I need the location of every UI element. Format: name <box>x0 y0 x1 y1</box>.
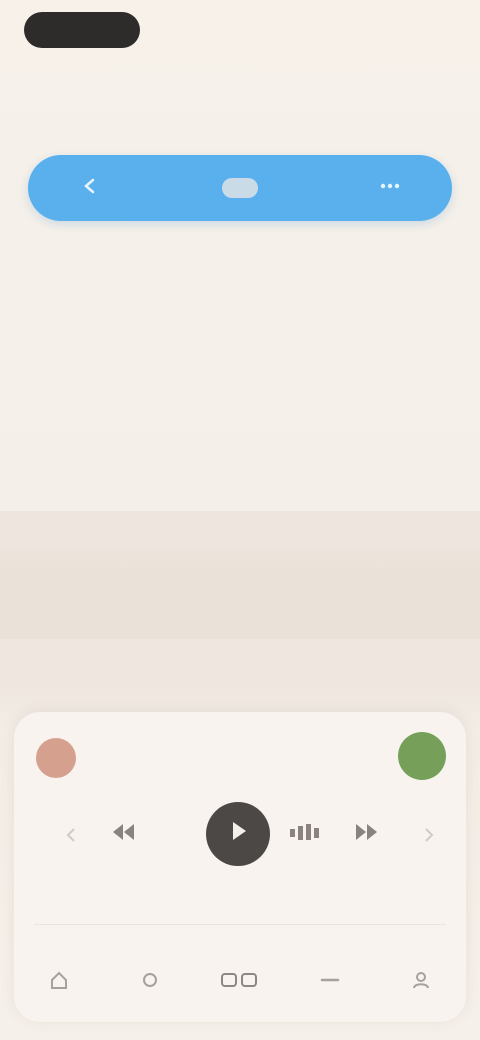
list-row[interactable] <box>0 255 480 383</box>
screen <box>0 0 480 1040</box>
player-sheet <box>14 712 466 1022</box>
nav-item-3[interactable] <box>212 956 268 1004</box>
status-bar <box>0 0 480 70</box>
bottom-nav <box>14 952 466 1008</box>
more-icon <box>379 176 401 201</box>
rewind-button[interactable] <box>100 812 146 858</box>
divider <box>34 924 446 925</box>
bars-icon <box>288 821 322 849</box>
segmented-header <box>28 155 452 221</box>
nav-item-2[interactable] <box>122 956 178 1004</box>
nav-item-1[interactable] <box>31 956 87 1004</box>
status-time-pill <box>24 12 140 48</box>
play-button[interactable] <box>206 802 270 866</box>
chevron-right-icon[interactable] <box>406 812 452 858</box>
rewind-icon <box>108 818 138 852</box>
back-icon <box>80 176 100 201</box>
header-title <box>222 178 258 198</box>
chevron-left-icon[interactable] <box>48 812 94 858</box>
playback-controls <box>14 800 466 870</box>
settings-list <box>0 255 480 767</box>
forward-icon <box>352 818 382 852</box>
forward-button[interactable] <box>344 812 390 858</box>
list-row[interactable] <box>0 383 480 511</box>
header-back-button[interactable] <box>28 155 153 221</box>
play-icon <box>227 819 249 849</box>
app-bar <box>0 70 480 140</box>
confirm-button[interactable] <box>398 732 446 780</box>
header-more-button[interactable] <box>327 155 452 221</box>
cancel-button[interactable] <box>36 738 76 778</box>
header-title-segment[interactable] <box>153 155 328 221</box>
list-row[interactable] <box>0 511 480 639</box>
nav-item-4[interactable] <box>302 956 358 1004</box>
bars-button[interactable] <box>282 812 328 858</box>
nav-item-5[interactable] <box>393 956 449 1004</box>
